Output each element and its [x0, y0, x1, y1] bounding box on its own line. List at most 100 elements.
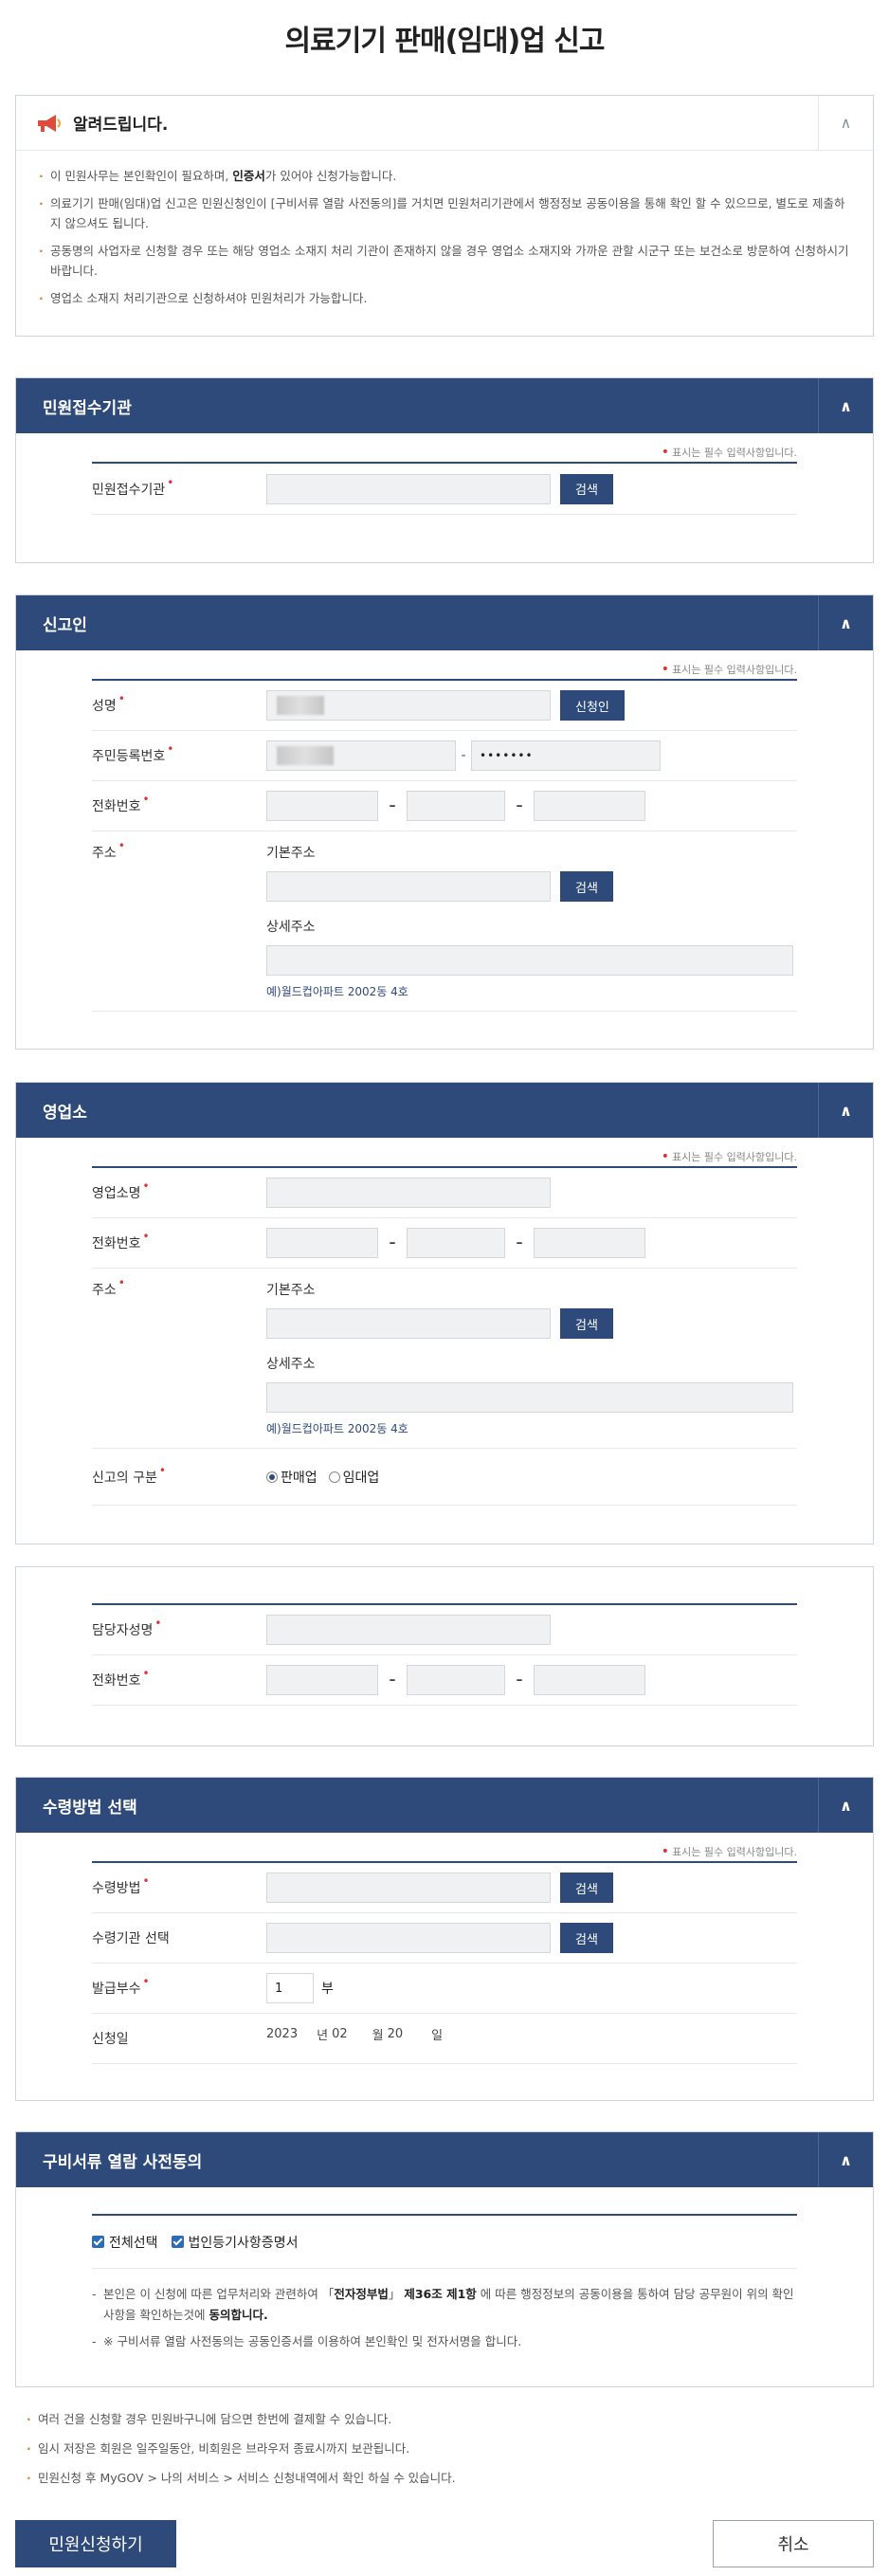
contact-phone-part3-input[interactable] — [534, 1665, 645, 1695]
phone-label: 전화번호 • — [92, 793, 150, 814]
name-input[interactable] — [266, 690, 551, 721]
check-all-checkbox[interactable]: 전체선택 — [92, 2233, 158, 2252]
office-section: 영업소 ∧ • 표시는 필수 입력사항입니다. 영업소명 • 전화번호 • – – 주… — [15, 1082, 874, 1544]
rrn-label: 주민등록번호 • — [92, 742, 174, 764]
phone-part3-input[interactable] — [534, 791, 645, 821]
collapse-office-button[interactable]: ∧ — [818, 1083, 873, 1138]
radio-sales[interactable]: 판매업 — [266, 1468, 318, 1487]
contact-phone-part2-input[interactable] — [407, 1665, 505, 1695]
report-type-label: 신고의 구분 • — [92, 1463, 166, 1486]
address-search-button[interactable]: 검색 — [560, 871, 613, 902]
required-note: • 표시는 필수 입력사항입니다. — [661, 1844, 797, 1859]
name-label: 성명 • — [92, 692, 125, 714]
checkbox-checked-icon — [171, 2236, 184, 2248]
copies-unit: 부 — [321, 1982, 334, 1997]
office-phone-label: 전화번호 • — [92, 1230, 150, 1251]
section-header: 신고인 ∧ — [16, 595, 873, 650]
applicant-button[interactable]: 신청인 — [560, 690, 625, 721]
collapse-notice-button[interactable]: ∧ — [818, 96, 873, 150]
basic-address-label: 기본주소 — [266, 1283, 316, 1298]
collapse-receive-button[interactable]: ∧ — [818, 1778, 873, 1833]
contact-name-input[interactable] — [266, 1615, 551, 1645]
megaphone-icon — [35, 112, 64, 135]
section-header: 민원접수기관 ∧ — [16, 378, 873, 433]
phone-part2-input[interactable] — [407, 791, 505, 821]
receive-method-input[interactable] — [266, 1873, 551, 1903]
receive-agency-input[interactable] — [266, 1923, 551, 1953]
required-note: • 표시는 필수 입력사항입니다. — [661, 662, 797, 677]
collapse-agency-button[interactable]: ∧ — [818, 378, 873, 433]
radio-selected-icon — [266, 1471, 278, 1483]
radio-rental[interactable]: 임대업 — [328, 1468, 379, 1487]
consent-section: 구비서류 열람 사전동의 ∧ 전체선택 법인등기사항증명서 본인은 이 신청에 … — [15, 2131, 874, 2387]
radio-unselected-icon — [328, 1471, 340, 1483]
date-day: 20 — [387, 2026, 404, 2041]
copies-input[interactable]: 1 — [266, 1973, 314, 2003]
office-name-input[interactable] — [266, 1178, 551, 1208]
section-header: 수령방법 선택 ∧ — [16, 1778, 873, 1833]
notice-list: 이 민원사무는 본인확인이 필요하며, 인증서가 있어야 신청가능합니다. 의료… — [16, 151, 873, 308]
masked-name — [277, 696, 324, 715]
page-title: 의료기기 판매(임대)업 신고 — [284, 25, 606, 58]
address-label: 주소 • — [92, 839, 125, 861]
phone-part1-input[interactable] — [266, 791, 378, 821]
page: 의료기기 판매(임대)업 신고 알려드립니다. ∧ 이 민원사무는 본인확인이 … — [0, 0, 889, 2576]
copies-label: 발급부수 • — [92, 1975, 150, 1997]
agency-search-button[interactable]: 검색 — [560, 473, 613, 504]
notice-item: 의료기기 판매(임대)업 신고은 민원신청인이 [구비서류 열람 사전동의]를 … — [37, 193, 852, 233]
notice-title: 알려드립니다. — [73, 116, 169, 135]
agency-label: 민원접수기관 • — [92, 475, 174, 498]
chevron-up-icon: ∧ — [840, 613, 852, 632]
basic-address-input[interactable] — [266, 871, 551, 902]
receive-agency-label: 수령기관 선택 — [92, 1931, 170, 1946]
receive-method-search-button[interactable]: 검색 — [560, 1873, 613, 1903]
rrn-back-input[interactable]: ••••••• — [471, 740, 661, 771]
check-corporate-registry-checkbox[interactable]: 법인등기사항증명서 — [171, 2233, 298, 2252]
contact-section: 담당자성명 • 전화번호 • – – — [15, 1566, 874, 1746]
office-name-label: 영업소명 • — [92, 1179, 150, 1201]
receive-agency-search-button[interactable]: 검색 — [560, 1923, 613, 1953]
office-address-label: 주소 • — [92, 1276, 125, 1298]
notice-item: 영업소 소재지 처리기관으로 신청하셔야 민원처리가 가능합니다. — [37, 288, 852, 308]
date-month: 02 — [332, 2026, 348, 2041]
section-header: 구비서류 열람 사전동의 ∧ — [16, 2132, 873, 2187]
rrn-front-input[interactable] — [266, 740, 456, 771]
office-detail-address-input[interactable] — [266, 1382, 793, 1413]
office-phone-part1-input[interactable] — [266, 1228, 378, 1258]
office-phone-part2-input[interactable] — [407, 1228, 505, 1258]
agency-input[interactable] — [266, 473, 551, 504]
contact-phone-part1-input[interactable] — [266, 1665, 378, 1695]
checkbox-checked-icon — [92, 2236, 104, 2248]
cancel-button[interactable]: 취소 — [713, 2520, 874, 2567]
apply-button[interactable]: 민원신청하기 — [15, 2520, 176, 2567]
contact-name-label: 담당자성명 • — [92, 1617, 162, 1638]
notice-header: 알려드립니다. ∧ — [16, 96, 873, 151]
contact-phone-label: 전화번호 • — [92, 1667, 150, 1689]
chevron-up-icon: ∧ — [840, 114, 852, 132]
detail-address-hint: 예)월드컵아파트 2002동 4호 — [266, 985, 408, 998]
office-address-search-button[interactable]: 검색 — [560, 1308, 613, 1339]
date-year: 2023 — [266, 2026, 299, 2041]
office-basic-address-input[interactable] — [266, 1308, 551, 1339]
collapse-consent-button[interactable]: ∧ — [818, 2132, 873, 2187]
note-item: 임시 저장은 회원은 일주일동안, 비회원은 브라우저 종료시까지 보관됩니다. — [27, 2439, 456, 2458]
detail-address-label: 상세주소 — [266, 920, 316, 935]
section-header: 영업소 ∧ — [16, 1083, 873, 1138]
chevron-up-icon: ∧ — [840, 2150, 852, 2169]
chevron-up-icon: ∧ — [840, 1796, 852, 1815]
consent-text: 본인은 이 신청에 따른 업무처리와 관련하여 「전자정부법」 제36조 제1항… — [92, 2269, 797, 2352]
detail-address-input[interactable] — [266, 945, 793, 976]
masked-rrn — [277, 746, 334, 765]
collapse-applicant-button[interactable]: ∧ — [818, 595, 873, 650]
detail-address-hint: 예)월드컵아파트 2002동 4호 — [266, 1422, 408, 1435]
receive-section: 수령방법 선택 ∧ • 표시는 필수 입력사항입니다. 수령방법 • 검색 수령기관… — [15, 1777, 874, 2101]
chevron-up-icon: ∧ — [840, 396, 852, 415]
notice-item: 이 민원사무는 본인확인이 필요하며, 인증서가 있어야 신청가능합니다. — [37, 166, 852, 186]
required-note: • 표시는 필수 입력사항입니다. — [661, 445, 797, 460]
chevron-up-icon: ∧ — [840, 1101, 852, 1120]
note-item: 여러 건을 신청할 경우 민원바구니에 담으면 한번에 결제할 수 있습니다. — [27, 2410, 456, 2429]
required-note: • 표시는 필수 입력사항입니다. — [661, 1149, 797, 1164]
office-phone-part3-input[interactable] — [534, 1228, 645, 1258]
note-item: 민원신청 후 MyGOV > 나의 서비스 > 서비스 신청내역에서 확인 하실… — [27, 2469, 456, 2488]
bottom-notes: 여러 건을 신청할 경우 민원바구니에 담으면 한번에 결제할 수 있습니다. … — [27, 2410, 456, 2498]
